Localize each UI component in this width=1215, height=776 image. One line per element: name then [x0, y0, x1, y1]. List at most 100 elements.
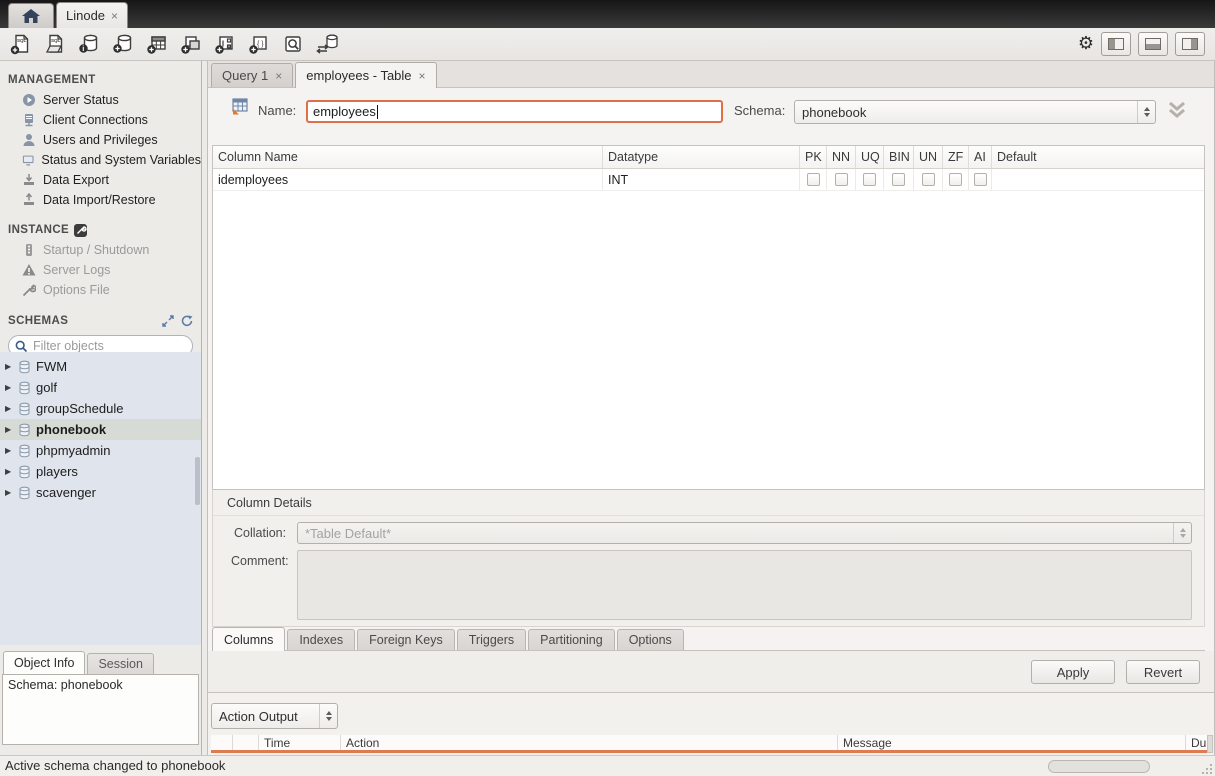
output-selector[interactable]: Action Output — [211, 703, 338, 729]
schema-select[interactable]: phonebook — [794, 100, 1156, 124]
column-details-title: Column Details — [213, 490, 1204, 516]
wrench-icon — [22, 283, 36, 297]
header-un[interactable]: UN — [914, 146, 943, 168]
collation-select[interactable]: *Table Default* — [297, 522, 1192, 544]
header-ai[interactable]: AI — [969, 146, 992, 168]
subtab-indexes[interactable]: Indexes — [287, 629, 355, 650]
preferences-gear-icon[interactable]: ⚙ — [1078, 35, 1094, 53]
header-uq[interactable]: UQ — [856, 146, 884, 168]
close-icon[interactable]: × — [275, 70, 282, 82]
create-function-icon[interactable]: { } — [246, 31, 272, 57]
checkbox-uq[interactable] — [863, 173, 876, 186]
sidebar-item-status-system-variables[interactable]: Status and System Variables — [0, 150, 201, 170]
create-schema-icon[interactable] — [110, 31, 136, 57]
cell-default[interactable] — [992, 169, 1204, 190]
schema-item-scavenger[interactable]: ▶ scavenger — [0, 482, 201, 503]
toggle-left-panel-button[interactable] — [1101, 32, 1131, 56]
header-column-name[interactable]: Column Name — [213, 146, 603, 168]
comment-textarea[interactable] — [297, 550, 1192, 620]
output-header-time[interactable]: Time — [259, 735, 341, 750]
sidebar-item-label: Server Status — [43, 93, 119, 107]
header-nn[interactable]: NN — [827, 146, 856, 168]
management-title-text: MANAGEMENT — [8, 74, 96, 86]
sidebar-item-startup-shutdown[interactable]: Startup / Shutdown — [0, 240, 201, 260]
toolbar-right-group: ⚙ — [1078, 32, 1215, 56]
expander-icon[interactable]: ▶ — [5, 467, 13, 476]
sidebar-item-client-connections[interactable]: Client Connections — [0, 110, 201, 130]
checkbox-nn[interactable] — [835, 173, 848, 186]
horizontal-scrollbar-thumb[interactable] — [1048, 760, 1150, 773]
schema-item-phpmyadmin[interactable]: ▶ phpmyadmin — [0, 440, 201, 461]
sidebar-item-server-status[interactable]: Server Status — [0, 90, 201, 110]
resize-grip[interactable] — [1200, 762, 1212, 774]
cell-column-name[interactable]: idemployees — [213, 169, 603, 190]
expander-icon[interactable]: ▶ — [5, 383, 13, 392]
close-icon[interactable]: × — [419, 70, 426, 82]
search-objects-icon[interactable] — [280, 31, 306, 57]
create-stored-procedure-icon[interactable] — [212, 31, 238, 57]
open-sql-script-icon[interactable]: SQL — [42, 31, 68, 57]
tree-scrollbar[interactable] — [195, 457, 200, 505]
checkbox-ai[interactable] — [974, 173, 987, 186]
left-panel-icon — [1108, 38, 1124, 50]
expand-panel-icon[interactable] — [162, 315, 174, 327]
subtab-foreign-keys[interactable]: Foreign Keys — [357, 629, 455, 650]
expander-icon[interactable]: ▶ — [5, 404, 13, 413]
subtab-options[interactable]: Options — [617, 629, 684, 650]
refresh-schemas-icon[interactable] — [180, 315, 193, 327]
toggle-bottom-panel-button[interactable] — [1138, 32, 1168, 56]
expand-header-chevron-icon[interactable] — [1164, 100, 1190, 120]
checkbox-bin[interactable] — [892, 173, 905, 186]
connection-tab[interactable]: Linode × — [56, 2, 128, 28]
header-datatype[interactable]: Datatype — [603, 146, 800, 168]
subtab-partitioning[interactable]: Partitioning — [528, 629, 615, 650]
columns-grid: Column Name Datatype PK NN UQ BIN UN ZF … — [212, 145, 1205, 490]
tab-query-1[interactable]: Query 1 × — [211, 63, 293, 87]
sidebar-item-server-logs[interactable]: Server Logs — [0, 260, 201, 280]
sidebar-item-data-export[interactable]: Data Export — [0, 170, 201, 190]
tab-object-info[interactable]: Object Info — [3, 651, 85, 674]
schema-item-fwm[interactable]: ▶ FWM — [0, 356, 201, 377]
output-header-action[interactable]: Action — [341, 735, 838, 750]
schema-item-golf[interactable]: ▶ golf — [0, 377, 201, 398]
output-header-duration[interactable]: Duration / Fetch — [1186, 735, 1209, 750]
checkbox-pk[interactable] — [807, 173, 820, 186]
toggle-right-panel-button[interactable] — [1175, 32, 1205, 56]
revert-button[interactable]: Revert — [1126, 660, 1200, 684]
checkbox-zf[interactable] — [949, 173, 962, 186]
header-pk[interactable]: PK — [800, 146, 827, 168]
expander-icon[interactable]: ▶ — [5, 362, 13, 371]
cell-datatype[interactable]: INT — [603, 169, 800, 190]
sidebar-item-users-privileges[interactable]: Users and Privileges — [0, 130, 201, 150]
tab-session[interactable]: Session — [87, 653, 153, 674]
expander-icon[interactable]: ▶ — [5, 446, 13, 455]
schema-item-groupschedule[interactable]: ▶ groupSchedule — [0, 398, 201, 419]
subtab-triggers[interactable]: Triggers — [457, 629, 526, 650]
apply-button[interactable]: Apply — [1031, 660, 1115, 684]
sidebar-item-data-import[interactable]: Data Import/Restore — [0, 190, 201, 210]
home-tab[interactable] — [8, 3, 54, 28]
expander-icon[interactable]: ▶ — [5, 425, 13, 434]
header-zf[interactable]: ZF — [943, 146, 969, 168]
sidebar-item-label: Data Export — [43, 173, 109, 187]
new-query-tab-icon[interactable]: SQL — [8, 31, 34, 57]
inspect-database-icon[interactable]: i — [76, 31, 102, 57]
schema-label: Schema: — [734, 103, 785, 118]
sidebar-item-options-file[interactable]: Options File — [0, 280, 201, 300]
create-table-icon[interactable] — [144, 31, 170, 57]
column-row-idemployees[interactable]: idemployees INT — [213, 169, 1204, 191]
header-bin[interactable]: BIN — [884, 146, 914, 168]
table-name-input[interactable]: employees — [306, 100, 723, 123]
reconnect-database-icon[interactable] — [314, 31, 340, 57]
expander-icon[interactable]: ▶ — [5, 488, 13, 497]
output-scrollbar[interactable] — [1207, 735, 1213, 753]
subtab-columns[interactable]: Columns — [212, 627, 285, 651]
schema-item-phonebook[interactable]: ▶ phonebook — [0, 419, 201, 440]
create-view-icon[interactable] — [178, 31, 204, 57]
schema-item-players[interactable]: ▶ players — [0, 461, 201, 482]
checkbox-un[interactable] — [922, 173, 935, 186]
close-icon[interactable]: × — [111, 10, 118, 22]
output-header-message[interactable]: Message — [838, 735, 1186, 750]
tab-employees-table[interactable]: employees - Table × — [295, 62, 436, 88]
header-default[interactable]: Default — [992, 146, 1204, 168]
